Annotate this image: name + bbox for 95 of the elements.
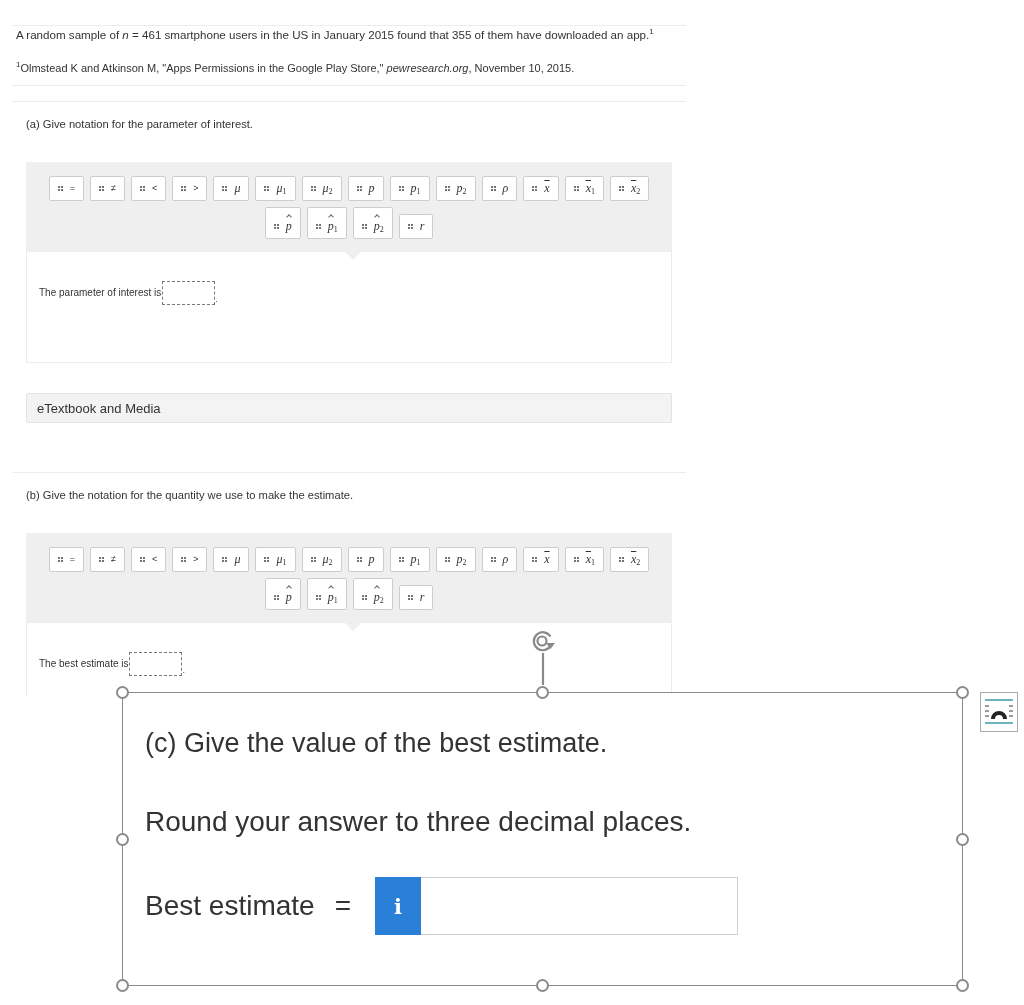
period-text: . (215, 293, 218, 305)
drag-handle-icon (181, 186, 187, 191)
resize-handle[interactable] (956, 979, 969, 992)
drag-handle-icon (361, 595, 367, 600)
resize-handle[interactable] (116, 979, 129, 992)
drag-handle-icon (356, 557, 362, 562)
drag-handle-icon (310, 557, 316, 562)
symbol-tile[interactable]: x (523, 547, 559, 572)
drag-handle-icon (57, 557, 63, 562)
drag-handle-icon (139, 557, 145, 562)
drag-handle-icon (618, 557, 624, 562)
drag-handle-icon (490, 557, 496, 562)
drag-handle-icon (573, 186, 579, 191)
instruction-text: Round your answer to three decimal places. (145, 805, 692, 839)
drag-handle-icon (98, 186, 104, 191)
symbol-tile[interactable]: = (48, 176, 84, 201)
layout-options-icon[interactable] (980, 692, 1018, 732)
drag-handle-icon (444, 186, 450, 191)
drag-handle-icon (222, 186, 228, 191)
symbol-tile[interactable]: p (264, 578, 301, 610)
drag-handle-icon (398, 186, 404, 191)
drag-handle-icon (315, 595, 321, 600)
drag-handle-icon (181, 557, 187, 562)
etextbook-media-button[interactable]: eTextbook and Media (26, 393, 672, 423)
symbol-tile[interactable]: p$_{2}$ (352, 207, 393, 239)
answer-input[interactable] (421, 877, 738, 935)
pasted-image[interactable]: (c) Give the value of the best estimate. Round your answer to three decimal places. Best estimate = i (122, 692, 963, 986)
info-button[interactable]: i (375, 877, 421, 935)
drag-handle-icon (407, 224, 413, 229)
symbol-tile[interactable]: p$_{1}$ (389, 176, 430, 201)
drop-target-field[interactable] (162, 281, 216, 305)
drag-handle-icon (264, 186, 270, 191)
period-text: . (182, 664, 185, 676)
symbol-tile[interactable]: r (398, 585, 434, 610)
symbol-tile[interactable]: p$_{1}$ (306, 578, 347, 610)
symbol-tile[interactable]: μ (213, 547, 250, 572)
drop-target-field[interactable] (129, 652, 183, 676)
drag-handle-icon (57, 186, 63, 191)
question-prompt: (a) Give notation for the parameter of interest. (26, 117, 253, 131)
symbol-tile[interactable]: = (48, 547, 84, 572)
question-prompt: (b) Give the notation for the quantity we use to make the estimate. (26, 488, 354, 502)
answer-label: The best estimate is (39, 658, 129, 670)
intro-text: A random sample of n = 461 smartphone users in the US in January 2015 found that 355 of them have downloaded an app.$^{1}$ (16, 27, 654, 43)
symbol-tile[interactable]: x$_{1}$ (564, 176, 604, 201)
drag-handle-icon (398, 557, 404, 562)
drag-handle-icon (532, 186, 538, 191)
symbol-tile[interactable]: μ$_{1}$ (255, 547, 296, 572)
drag-handle-icon (444, 557, 450, 562)
symbol-tile[interactable]: μ$_{2}$ (301, 547, 342, 572)
symbol-tile[interactable]: p (347, 176, 384, 201)
drag-handle-icon (315, 224, 321, 229)
resize-handle[interactable] (956, 686, 969, 699)
symbol-tile[interactable]: x$_{2}$ (609, 176, 650, 201)
symbol-tile[interactable]: > (172, 547, 208, 572)
symbol-tile[interactable]: x (523, 176, 559, 201)
symbol-tile[interactable]: μ$_{2}$ (301, 176, 342, 201)
symbol-tile[interactable]: p (347, 547, 384, 572)
symbol-tile[interactable]: p$_{1}$ (389, 547, 430, 572)
symbol-tile[interactable]: μ$_{1}$ (255, 176, 296, 201)
footnote-text: $^{1}$Olmstead K and Atkinson M, "Apps Permissions in the Google Play Store," pewresearch.org, November 10, 2015. (16, 60, 575, 76)
symbol-tile[interactable]: p (264, 207, 301, 239)
symbol-tile[interactable]: < (130, 176, 167, 201)
symbol-tile[interactable]: ρ (481, 547, 518, 572)
drag-handle-icon (490, 186, 496, 191)
symbol-tile[interactable]: μ (213, 176, 250, 201)
symbol-tile[interactable]: ≠ (89, 176, 125, 201)
drag-handle-icon (310, 186, 316, 191)
symbol-tile[interactable]: p$_{2}$ (435, 547, 476, 572)
question-title: (c) Give the value of the best estimate. (145, 727, 608, 760)
symbol-tile[interactable]: p$_{2}$ (435, 176, 476, 201)
drag-handle-icon (273, 224, 279, 229)
drag-handle-icon (407, 595, 413, 600)
answer-label: The parameter of interest is (39, 287, 162, 299)
symbol-tile[interactable]: > (172, 176, 208, 201)
drag-handle-icon (356, 186, 362, 191)
symbol-tile[interactable]: p$_{2}$ (352, 578, 393, 610)
drag-handle-icon (222, 557, 228, 562)
drag-handle-icon (573, 557, 579, 562)
symbol-tile[interactable]: x$_{2}$ (609, 547, 650, 572)
drag-handle-icon (273, 595, 279, 600)
drag-handle-icon (98, 557, 104, 562)
symbol-tile[interactable]: r (398, 214, 434, 239)
symbol-tile[interactable]: < (130, 547, 167, 572)
drag-handle-icon (618, 186, 624, 191)
drag-handle-icon (361, 224, 367, 229)
symbol-tile[interactable]: ρ (481, 176, 518, 201)
answer-label: Best estimate (145, 889, 315, 923)
symbol-tile[interactable]: p$_{1}$ (306, 207, 347, 239)
resize-handle[interactable] (116, 686, 129, 699)
equals-sign: = (334, 889, 351, 923)
drag-handle-icon (532, 557, 538, 562)
symbol-tile[interactable]: ≠ (89, 547, 125, 572)
drag-handle-icon (264, 557, 270, 562)
symbol-tile[interactable]: x$_{1}$ (564, 547, 604, 572)
drag-handle-icon (139, 186, 145, 191)
